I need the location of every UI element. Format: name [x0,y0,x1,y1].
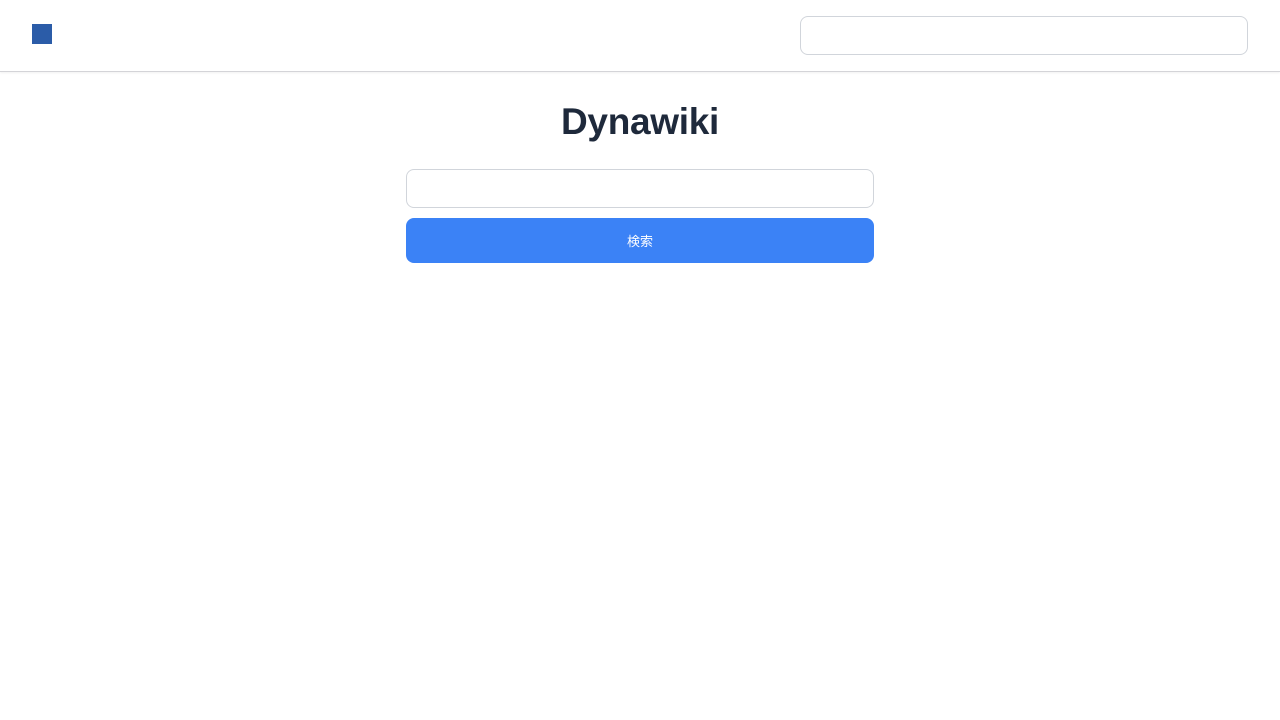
logo-icon[interactable] [32,24,52,44]
main-search-input[interactable] [406,169,874,208]
header [0,0,1280,72]
search-button[interactable]: 検索 [406,218,874,263]
header-search-input[interactable] [800,16,1248,55]
page-title: Dynawiki [561,101,719,142]
